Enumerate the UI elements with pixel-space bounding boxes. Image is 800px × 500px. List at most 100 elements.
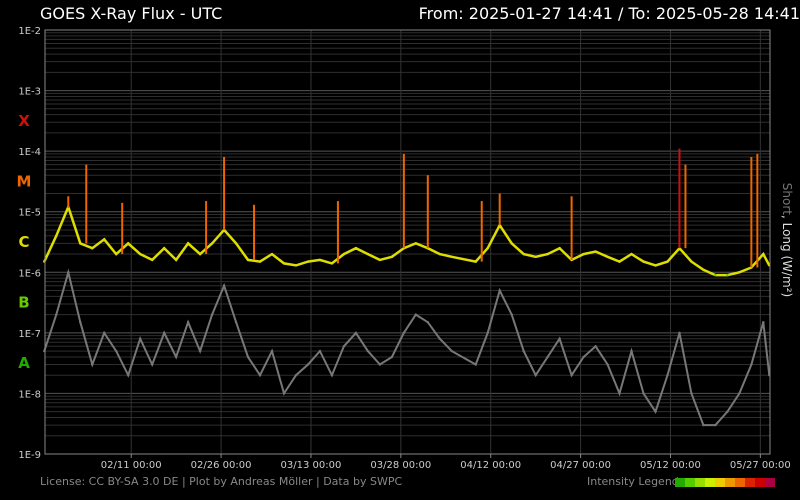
legend-swatch	[695, 478, 705, 487]
license-text: License: CC BY-SA 3.0 DE | Plot by Andre…	[40, 475, 403, 488]
point-long	[103, 238, 106, 241]
intensity-legend-label: Intensity Legend	[587, 475, 679, 488]
flare-class-m: M	[17, 172, 32, 190]
point-short	[234, 320, 238, 324]
point-long	[438, 252, 441, 256]
point-long	[162, 246, 166, 250]
series-short	[43, 268, 771, 427]
point-short	[450, 349, 453, 353]
point-short	[186, 320, 190, 324]
point-long	[546, 252, 549, 256]
point-short	[330, 373, 334, 377]
point-long	[714, 273, 717, 277]
x-tick-label: 04/27 00:00	[550, 460, 611, 471]
point-short	[222, 284, 226, 287]
point-short	[55, 313, 58, 316]
point-short	[162, 331, 166, 335]
point-long	[762, 252, 765, 256]
legend-swatch	[715, 478, 725, 487]
y-tick-label: 1E-8	[18, 389, 41, 400]
point-long	[666, 260, 669, 263]
point-long	[55, 234, 58, 238]
point-short	[318, 349, 322, 353]
flux-chart: 1E-2 1E-3 1E-4 1E-5 1E-6 1E-7 1E-8 1E-9 X M C B A 0…	[17, 26, 791, 471]
y-tick-label: 1E-7	[18, 329, 41, 340]
point-long	[630, 252, 633, 256]
point-long	[270, 252, 274, 256]
point-long	[486, 246, 489, 250]
point-long	[150, 258, 154, 262]
point-short	[762, 320, 765, 324]
point-short	[654, 410, 657, 413]
point-short	[702, 423, 705, 427]
point-short	[150, 363, 154, 366]
point-long	[594, 250, 597, 253]
point-long	[690, 260, 693, 263]
point-long	[534, 255, 537, 259]
point-long	[414, 242, 418, 245]
point-short	[570, 373, 573, 377]
point-short	[618, 392, 621, 395]
point-long	[450, 255, 453, 259]
point-long	[115, 252, 118, 256]
point-long	[642, 260, 645, 263]
point-short	[426, 320, 430, 324]
point-long	[234, 242, 238, 245]
point-short	[210, 313, 214, 316]
point-short	[79, 320, 82, 324]
legend-swatch	[705, 478, 715, 487]
y-tick-label: 1E-4	[18, 147, 41, 158]
point-long	[366, 252, 370, 256]
point-short	[246, 355, 250, 359]
point-short	[378, 363, 382, 366]
point-long	[522, 252, 525, 256]
x-tick-label: 02/26 00:00	[191, 460, 252, 471]
x-tick-label: 05/27 00:00	[730, 460, 791, 471]
point-long	[91, 246, 94, 250]
y-tick-label: 1E-3	[18, 87, 41, 98]
point-long	[606, 255, 609, 259]
point-short	[342, 345, 346, 348]
point-short	[678, 331, 681, 335]
y-axis-label-long: Long (W/m²)	[780, 222, 794, 298]
point-short	[666, 373, 669, 377]
point-short	[270, 349, 274, 353]
point-short	[414, 313, 418, 316]
y-axis-label-separator: ,	[780, 214, 794, 223]
point-short	[127, 373, 130, 377]
point-short	[138, 337, 142, 340]
x-tick-label: 05/12 00:00	[640, 460, 701, 471]
point-long	[354, 246, 358, 250]
point-short	[402, 331, 406, 335]
point-short	[115, 349, 118, 353]
point-long	[342, 252, 346, 256]
point-long	[127, 242, 130, 245]
point-long	[294, 264, 298, 267]
legend-swatch	[745, 478, 755, 487]
y-axis-label-short: Short	[780, 182, 794, 215]
point-long	[79, 242, 82, 245]
point-long	[246, 258, 250, 262]
point-long	[582, 252, 585, 256]
point-long	[198, 252, 202, 256]
point-long	[390, 255, 394, 259]
point-short	[558, 337, 561, 340]
flare-class-c: C	[18, 233, 29, 251]
x-tick-label: 04/12 00:00	[460, 460, 521, 471]
point-short	[390, 355, 394, 359]
point-long	[726, 273, 729, 277]
point-long	[210, 242, 214, 245]
y-tick-label: 1E-6	[18, 268, 41, 279]
point-short	[282, 392, 286, 395]
point-short	[534, 373, 537, 377]
series-group	[43, 148, 771, 427]
point-short	[594, 345, 597, 348]
point-long	[186, 242, 190, 245]
point-short	[67, 271, 70, 274]
point-short	[438, 337, 441, 340]
point-long	[306, 260, 310, 263]
point-short	[522, 349, 525, 353]
point-short	[103, 331, 106, 335]
point-long	[174, 258, 178, 262]
point-short	[294, 373, 298, 377]
